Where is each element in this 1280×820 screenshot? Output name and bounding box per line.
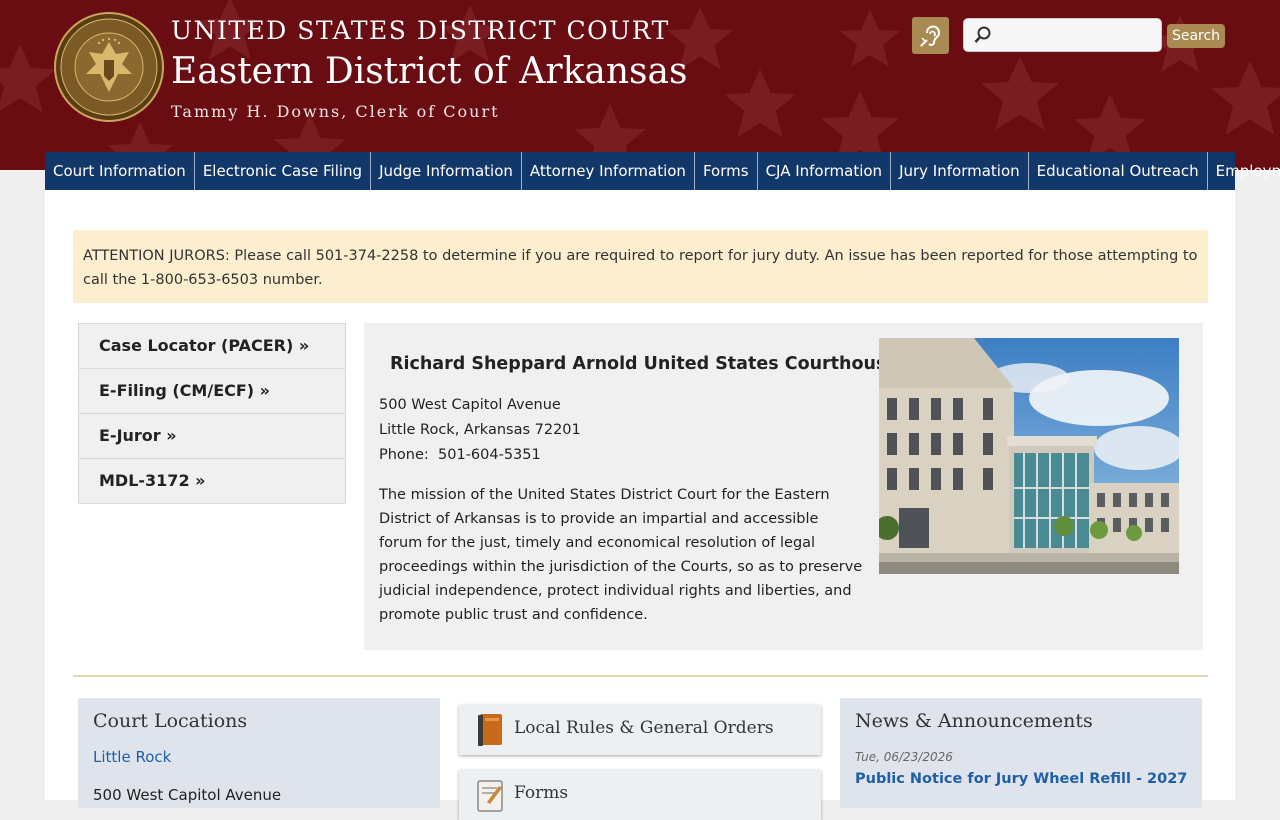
book-icon <box>478 714 502 746</box>
courthouse-info-panel: Richard Sheppard Arnold United States Co… <box>364 323 1203 650</box>
nav-court-information[interactable]: Court Information <box>45 152 195 190</box>
section-divider <box>73 675 1208 677</box>
ear-icon <box>919 25 940 47</box>
courthouse-name: Richard Sheppard Arnold United States Co… <box>390 354 899 374</box>
local-rules-label: Local Rules & General Orders <box>514 718 774 738</box>
district-heading[interactable]: Eastern District of Arkansas <box>171 51 687 92</box>
nav-cja-information[interactable]: CJA Information <box>758 152 892 190</box>
court-locations-title: Court Locations <box>93 710 248 732</box>
news-date: Tue, 06/23/2026 <box>855 750 953 764</box>
court-locations-panel: Court Locations Little Rock 500 West Cap… <box>78 698 440 808</box>
news-title: News & Announcements <box>855 710 1093 732</box>
main-nav: Court Information Electronic Case Filing… <box>45 152 1280 190</box>
nav-educational-outreach[interactable]: Educational Outreach <box>1029 152 1208 190</box>
mission-statement: The mission of the United States Distric… <box>379 487 863 623</box>
local-rules-button[interactable]: Local Rules & General Orders <box>459 705 821 755</box>
court-seal-logo[interactable] <box>54 12 164 122</box>
main-content: ATTENTION JURORS: Please call 501-374-22… <box>45 190 1235 820</box>
search-icon <box>974 26 991 43</box>
news-headline-link[interactable]: Public Notice for Jury Wheel Refill - 20… <box>855 771 1187 787</box>
juror-alert-banner: ATTENTION JURORS: Please call 501-374-22… <box>73 230 1208 303</box>
search-field[interactable] <box>963 18 1162 52</box>
quick-link-e-filing[interactable]: E-Filing (CM/ECF) » <box>79 369 345 414</box>
location-link-little-rock[interactable]: Little Rock <box>93 748 171 766</box>
quick-link-mdl[interactable]: MDL-3172 » <box>79 459 345 503</box>
nav-jury-information[interactable]: Jury Information <box>891 152 1029 190</box>
courthouse-photo <box>879 338 1179 574</box>
court-name-heading: UNITED STATES DISTRICT COURT <box>171 16 670 45</box>
forms-resource-button[interactable]: Forms <box>459 770 821 820</box>
news-panel: News & Announcements Tue, 06/23/2026 Pub… <box>840 698 1202 808</box>
nav-electronic-case-filing[interactable]: Electronic Case Filing <box>195 152 372 190</box>
search-input[interactable] <box>996 23 1160 49</box>
address-line-1: 500 West Capitol Avenue <box>379 397 561 413</box>
nav-judge-information[interactable]: Judge Information <box>371 152 522 190</box>
search-button[interactable]: Search <box>1167 24 1225 48</box>
site-header: UNITED STATES DISTRICT COURT Eastern Dis… <box>0 0 1280 170</box>
clerk-subheading: Tammy H. Downs, Clerk of Court <box>171 102 500 121</box>
nav-attorney-information[interactable]: Attorney Information <box>522 152 695 190</box>
nav-employment[interactable]: Employment <box>1208 152 1280 190</box>
form-icon <box>477 780 503 812</box>
quick-link-case-locator[interactable]: Case Locator (PACER) » <box>79 324 345 369</box>
phone-number: Phone: 501-604-5351 <box>379 447 541 463</box>
location-address: 500 West Capitol Avenue <box>93 786 282 804</box>
quick-links-panel: Case Locator (PACER) » E-Filing (CM/ECF)… <box>78 323 346 504</box>
address-line-2: Little Rock, Arkansas 72201 <box>379 422 581 438</box>
courthouse-address: 500 West Capitol Avenue Little Rock, Ark… <box>379 393 581 468</box>
hearing-assistance-button[interactable] <box>912 17 949 54</box>
forms-resource-label: Forms <box>514 783 569 803</box>
quick-link-e-juror[interactable]: E-Juror » <box>79 414 345 459</box>
nav-forms[interactable]: Forms <box>695 152 758 190</box>
